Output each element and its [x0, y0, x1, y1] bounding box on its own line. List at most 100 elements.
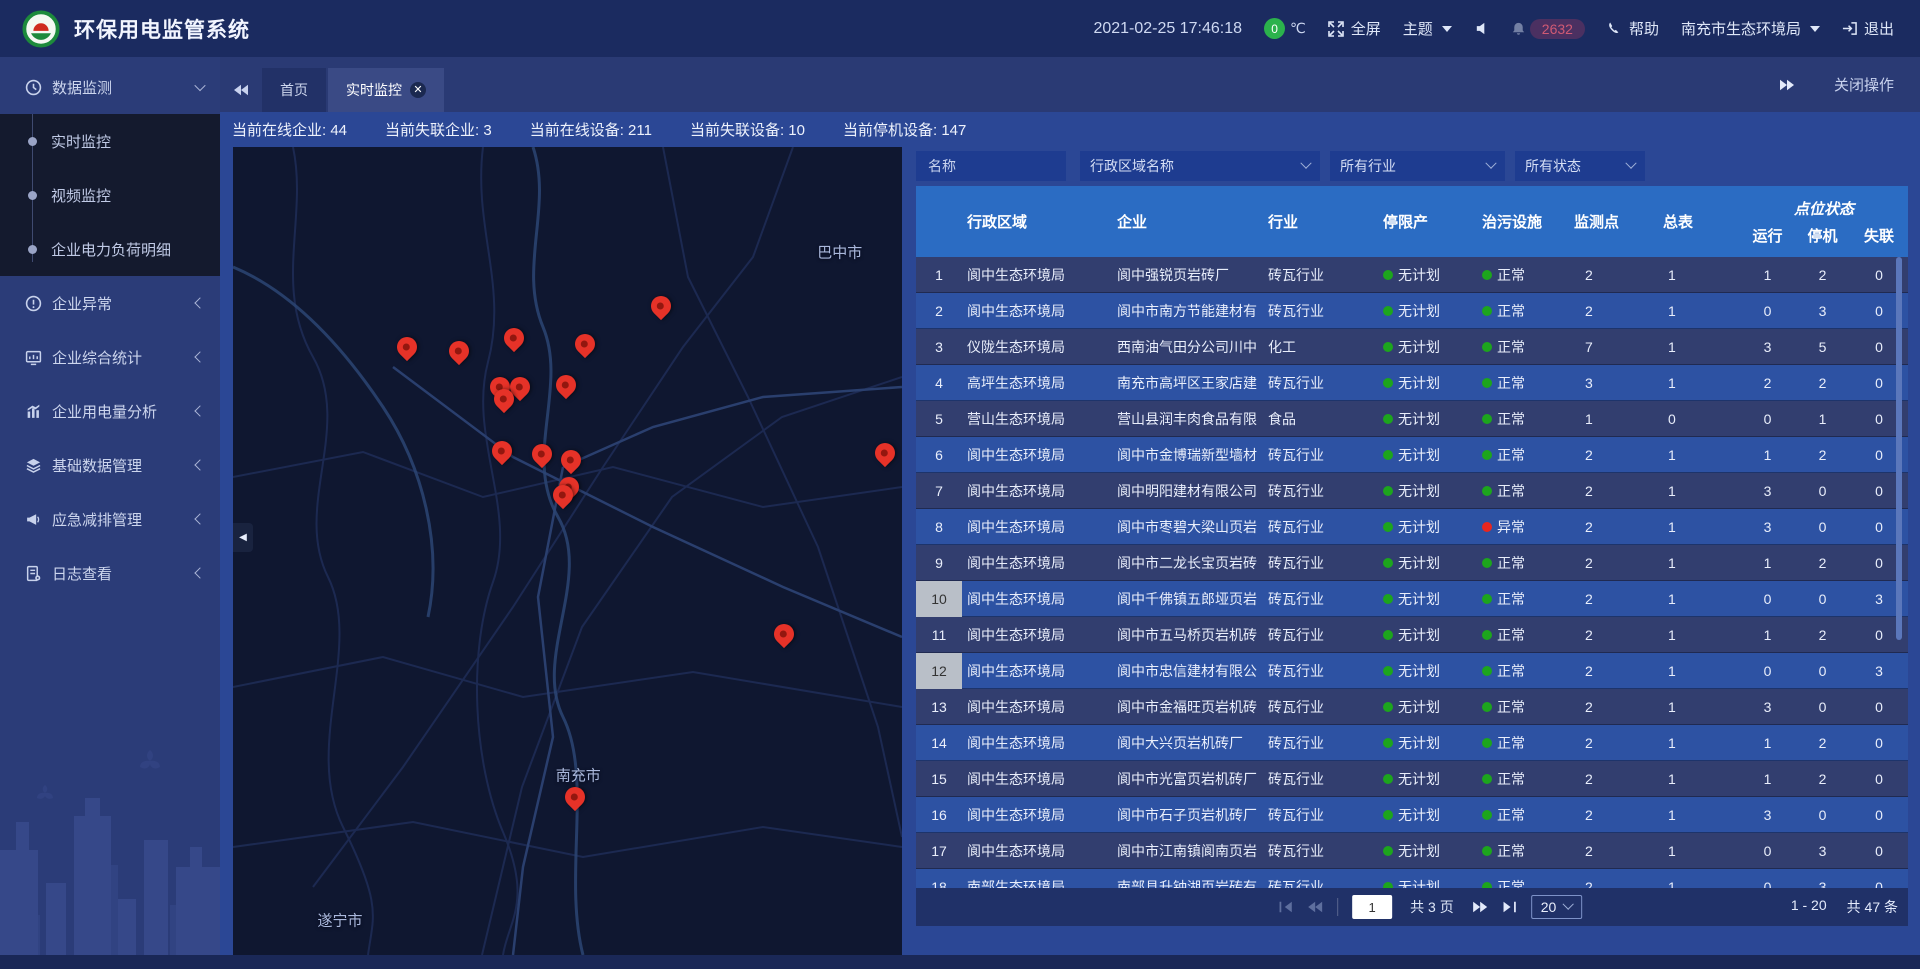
- company-cell: 阆中市金博瑞新型墙材: [1112, 437, 1263, 473]
- meters-cell: 1: [1658, 257, 1740, 293]
- industry-cell: 砖瓦行业: [1263, 725, 1378, 761]
- sidebar-item-log-view[interactable]: 日志查看: [0, 546, 220, 600]
- panel-collapse-handle[interactable]: ◀: [233, 523, 253, 552]
- facility-status-cell: 正常: [1477, 761, 1569, 797]
- chevron-down-icon: [194, 80, 205, 91]
- table-row[interactable]: 2阆中生态环境局阆中市南方节能建材有砖瓦行业无计划正常21030: [916, 293, 1908, 329]
- mute-button[interactable]: [1474, 21, 1489, 36]
- table-body: 1阆中生态环境局阆中强锐页岩砖厂砖瓦行业无计划正常211202阆中生态环境局阆中…: [916, 257, 1908, 888]
- stat-offline-devices: 当前失联设备: 10: [690, 119, 805, 140]
- map-panel[interactable]: 巴中市南充市遂宁市 ◀: [233, 147, 902, 955]
- status-dot-icon: [1383, 486, 1393, 496]
- table-row[interactable]: 15阆中生态环境局阆中市光富页岩机砖厂砖瓦行业无计划正常21120: [916, 761, 1908, 797]
- page-size-select[interactable]: 20: [1531, 895, 1583, 919]
- first-page-button[interactable]: [1278, 900, 1293, 914]
- table-row[interactable]: 7阆中生态环境局阆中明阳建材有限公司砖瓦行业无计划正常21300: [916, 473, 1908, 509]
- status-dot-icon: [1383, 846, 1393, 856]
- org-dropdown[interactable]: 南充市生态环境局: [1681, 18, 1820, 39]
- table-row[interactable]: 5营山生态环境局营山县润丰肉食品有限食品无计划正常10010: [916, 401, 1908, 437]
- region-filter-select[interactable]: 行政区域名称: [1080, 151, 1320, 181]
- company-cell: 阆中市石子页岩机砖厂: [1112, 797, 1263, 833]
- table-row[interactable]: 18南部生态环境局南部县升钟湖页岩砖有砖瓦行业无计划正常21030: [916, 869, 1908, 888]
- phone-icon: [1607, 21, 1622, 36]
- name-filter-field[interactable]: [916, 151, 1066, 181]
- table-row[interactable]: 9阆中生态环境局阆中市二龙长宝页岩砖砖瓦行业无计划正常21120: [916, 545, 1908, 581]
- lost-cell: 0: [1850, 869, 1908, 888]
- company-cell: 阆中强锐页岩砖厂: [1112, 257, 1263, 293]
- close-operations-button[interactable]: 关闭操作: [1834, 74, 1894, 95]
- table-row[interactable]: 6阆中生态环境局阆中市金博瑞新型墙材砖瓦行业无计划正常21120: [916, 437, 1908, 473]
- table-row[interactable]: 13阆中生态环境局阆中市金福旺页岩机砖砖瓦行业无计划正常21300: [916, 689, 1908, 725]
- tabs-scroll-right-button[interactable]: [1766, 63, 1808, 107]
- industry-cell: 砖瓦行业: [1263, 437, 1378, 473]
- meters-cell: 1: [1658, 617, 1740, 653]
- tab-home[interactable]: 首页: [262, 68, 326, 112]
- fullscreen-button[interactable]: 全屏: [1328, 18, 1381, 39]
- industry-filter-select[interactable]: 所有行业: [1330, 151, 1505, 181]
- company-cell: 阆中市金福旺页岩机砖: [1112, 689, 1263, 725]
- pagination-bar: 共 3 页 20 1 - 20 共 47 条: [916, 888, 1908, 926]
- table-row[interactable]: 14阆中生态环境局阆中大兴页岩机砖厂砖瓦行业无计划正常21120: [916, 725, 1908, 761]
- status-dot-icon: [1383, 810, 1393, 820]
- sidebar-subitem-video-monitoring[interactable]: 视频监控: [0, 168, 220, 222]
- alert-icon: [25, 295, 42, 312]
- notification-button[interactable]: 2632: [1511, 19, 1585, 39]
- page-number-input[interactable]: [1352, 895, 1392, 919]
- table-row[interactable]: 4高坪生态环境局南充市高坪区王家店建砖瓦行业无计划正常31220: [916, 365, 1908, 401]
- chevron-left-icon: [194, 405, 205, 416]
- sidebar-item-data-monitoring[interactable]: 数据监测: [0, 60, 220, 114]
- table-row[interactable]: 1阆中生态环境局阆中强锐页岩砖厂砖瓦行业无计划正常21120: [916, 257, 1908, 293]
- status-dot-icon: [1383, 378, 1393, 388]
- table-row[interactable]: 3仪陇生态环境局西南油气田分公司川中化工无计划正常71350: [916, 329, 1908, 365]
- meters-cell: 1: [1658, 329, 1740, 365]
- column-header-region: 行政区域: [962, 186, 1112, 257]
- monitor-icon: [25, 349, 42, 366]
- running-cell: 1: [1740, 617, 1795, 653]
- table-row[interactable]: 10阆中生态环境局阆中千佛镇五郎垭页岩砖瓦行业无计划正常21003: [916, 581, 1908, 617]
- datetime-label: 2021-02-25 17:46:18: [1093, 20, 1242, 38]
- help-button[interactable]: 帮助: [1607, 18, 1659, 39]
- table-row[interactable]: 12阆中生态环境局阆中市忠信建材有限公砖瓦行业无计划正常21003: [916, 653, 1908, 689]
- sidebar-subitem-realtime-monitoring[interactable]: 实时监控: [0, 114, 220, 168]
- sidebar-item-base-data-management[interactable]: 基础数据管理: [0, 438, 220, 492]
- industry-cell: 砖瓦行业: [1263, 761, 1378, 797]
- tabs-scroll-left-button[interactable]: [220, 68, 262, 112]
- running-cell: 1: [1740, 257, 1795, 293]
- theme-dropdown[interactable]: 主题: [1403, 18, 1452, 39]
- table-row[interactable]: 16阆中生态环境局阆中市石子页岩机砖厂砖瓦行业无计划正常21300: [916, 797, 1908, 833]
- table-row[interactable]: 17阆中生态环境局阆中市江南镇阆南页岩砖瓦行业无计划正常21030: [916, 833, 1908, 869]
- region-cell: 阆中生态环境局: [962, 545, 1112, 581]
- table-scrollbar[interactable]: [1896, 257, 1902, 640]
- sidebar-item-company-abnormal[interactable]: 企业异常: [0, 276, 220, 330]
- sidebar-item-emergency-reduction[interactable]: 应急减排管理: [0, 492, 220, 546]
- total-pages-label: 共 3 页: [1410, 897, 1454, 917]
- row-number-cell: 3: [916, 329, 962, 365]
- facility-status-cell: 正常: [1477, 473, 1569, 509]
- table-row[interactable]: 11阆中生态环境局阆中市五马桥页岩机砖砖瓦行业无计划正常21120: [916, 617, 1908, 653]
- table-row[interactable]: 8阆中生态环境局阆中市枣碧大梁山页岩砖瓦行业无计划异常21300: [916, 509, 1908, 545]
- row-number-cell: 14: [916, 725, 962, 761]
- tab-realtime-monitoring[interactable]: 实时监控✕: [328, 68, 444, 112]
- column-header-points: 监测点: [1569, 186, 1658, 257]
- industry-cell: 砖瓦行业: [1263, 257, 1378, 293]
- points-cell: 2: [1569, 797, 1658, 833]
- name-filter-input[interactable]: [926, 157, 1056, 175]
- limit-status-cell: 无计划: [1378, 437, 1477, 473]
- running-cell: 0: [1740, 581, 1795, 617]
- running-cell: 3: [1740, 797, 1795, 833]
- status-filter-select[interactable]: 所有状态: [1515, 151, 1645, 181]
- sidebar-subitem-power-load-detail[interactable]: 企业电力负荷明细: [0, 222, 220, 276]
- logout-button[interactable]: 退出: [1842, 18, 1894, 39]
- next-page-button[interactable]: [1472, 900, 1488, 914]
- stopped-cell: 2: [1795, 761, 1850, 797]
- status-dot-icon: [1482, 702, 1492, 712]
- prev-page-button[interactable]: [1307, 900, 1323, 914]
- stopped-cell: 2: [1795, 617, 1850, 653]
- sidebar-item-power-usage-analysis[interactable]: 企业用电量分析: [0, 384, 220, 438]
- facility-status-cell: 正常: [1477, 401, 1569, 437]
- pin-icon: [871, 439, 899, 467]
- sidebar-item-company-statistics[interactable]: 企业综合统计: [0, 330, 220, 384]
- tab-close-icon[interactable]: ✕: [410, 82, 426, 98]
- last-page-button[interactable]: [1502, 900, 1517, 914]
- map-city-label: 巴中市: [817, 242, 862, 263]
